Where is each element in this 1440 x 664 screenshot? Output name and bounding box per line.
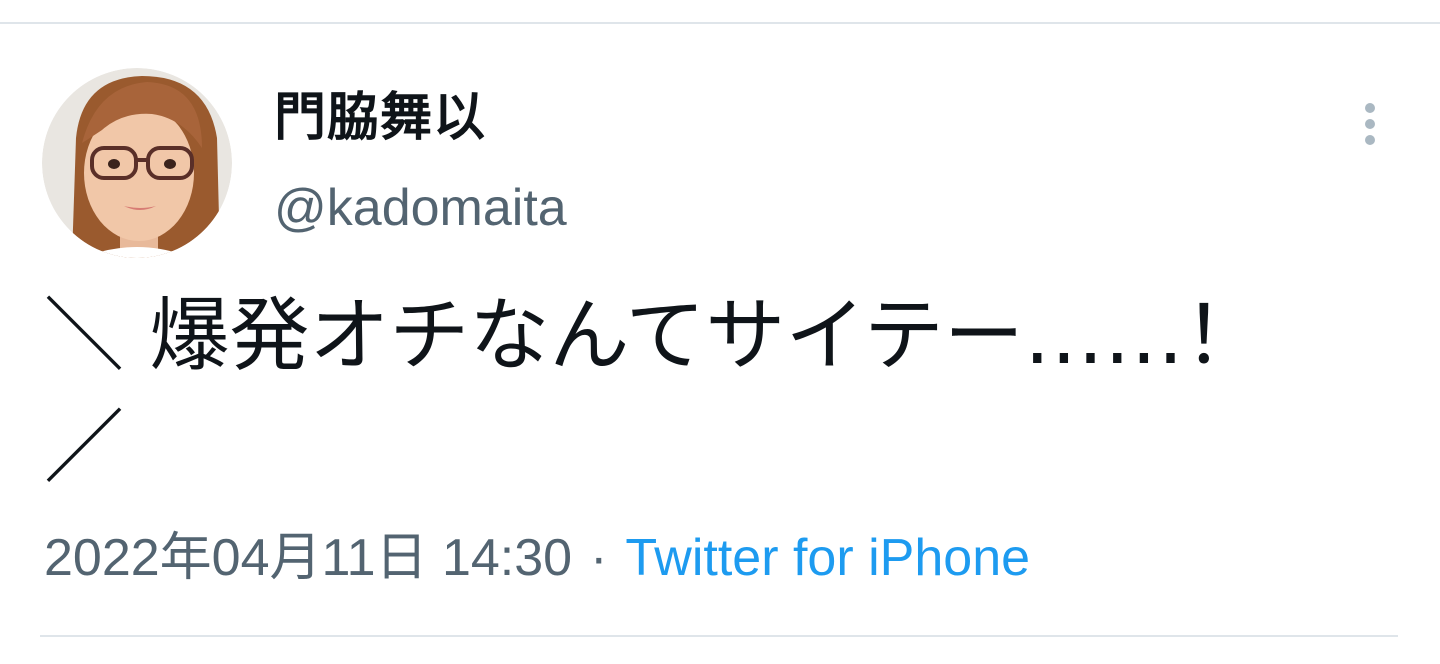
- author-display-name[interactable]: 門脇舞以: [274, 86, 486, 150]
- tweet-source-link[interactable]: Twitter for iPhone: [625, 529, 1030, 587]
- author-avatar[interactable]: [42, 68, 232, 258]
- top-divider: [0, 22, 1440, 24]
- tweet-timestamp[interactable]: 2022年04月11日 14:30: [44, 529, 572, 587]
- more-options-button[interactable]: [1346, 96, 1394, 152]
- tweet-text-line: ＼ 爆発オチなんてサイテー……！: [44, 289, 1264, 382]
- bottom-divider: [40, 635, 1398, 637]
- more-vertical-icon: [1365, 103, 1375, 145]
- tweet-text: ＼ 爆発オチなんてサイテー……！ ／: [44, 280, 1404, 504]
- author-handle[interactable]: @kadomaita: [274, 176, 567, 240]
- tweet-text-line: ／: [44, 401, 124, 494]
- meta-separator: ·: [590, 529, 608, 587]
- avatar-photo-icon: [42, 68, 232, 258]
- tweet-meta: 2022年04月11日 14:30 · Twitter for iPhone: [44, 526, 1030, 590]
